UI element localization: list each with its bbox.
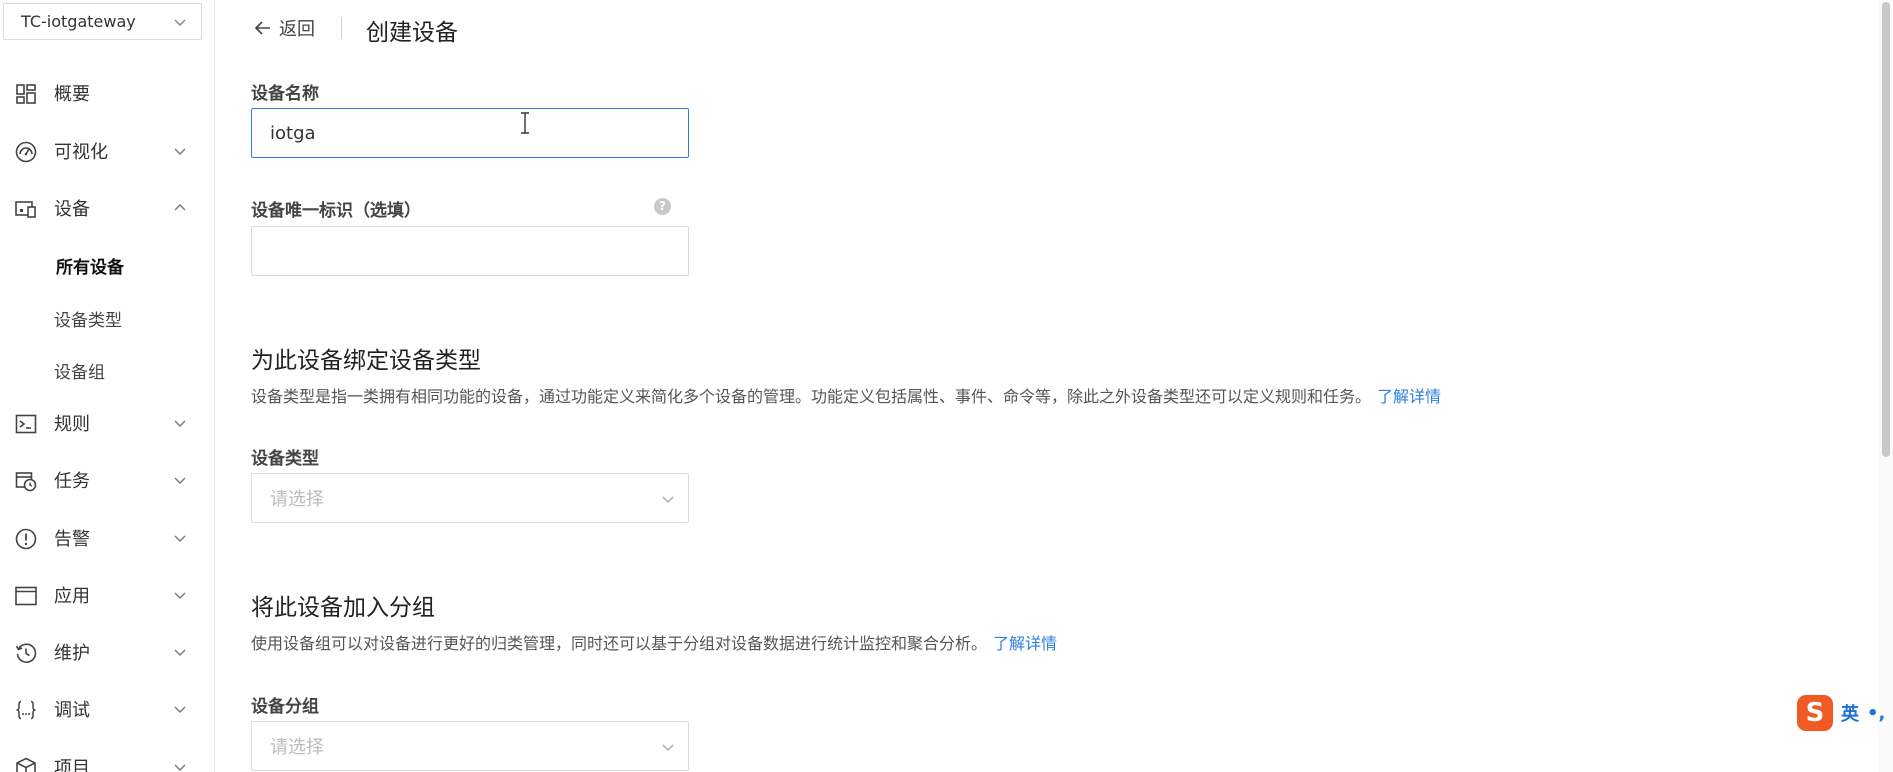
ime-punctuation-mode[interactable]: •, <box>1867 703 1885 724</box>
device-group-label: 设备分组 <box>251 697 319 717</box>
chevron-down-icon <box>174 477 186 484</box>
app-root: TC-iotgateway 概要 可视化 设备 所有设备 设备类型 设备组 规则… <box>0 0 1893 772</box>
arrow-left-icon <box>254 21 270 35</box>
scrollbar[interactable] <box>1879 0 1893 772</box>
sidebar-item-devices[interactable]: 设备 <box>0 188 214 228</box>
bind-type-learn-more-link[interactable]: 了解详情 <box>1377 387 1441 406</box>
chevron-down-icon <box>662 496 674 503</box>
chevron-down-icon <box>174 706 186 713</box>
sidebar-item-visualization[interactable]: 可视化 <box>0 131 214 171</box>
sogou-logo-icon: S <box>1797 695 1833 731</box>
sidebar-item-label: 规则 <box>54 414 90 435</box>
device-name-label: 设备名称 <box>251 84 319 104</box>
bind-type-section-description: 设备类型是指一类拥有相同功能的设备，通过功能定义来简化多个设备的管理。功能定义包… <box>251 383 1441 407</box>
chevron-down-icon <box>174 649 186 656</box>
dashboard-icon <box>16 84 36 104</box>
device-id-label: 设备唯一标识（选填） <box>251 201 421 221</box>
sidebar-item-label: 可视化 <box>54 142 108 163</box>
sidebar-item-label: 应用 <box>54 586 90 607</box>
header-divider <box>341 17 342 39</box>
chevron-down-icon <box>174 764 186 771</box>
window-icon <box>15 586 37 606</box>
calendar-clock-icon <box>15 472 37 492</box>
chevron-down-icon <box>174 148 186 155</box>
code-braces-icon <box>16 700 36 720</box>
sidebar-item-rules[interactable]: 规则 <box>0 403 214 443</box>
device-type-select[interactable]: 请选择 <box>251 473 689 523</box>
sidebar-subitem-label: 设备组 <box>54 362 105 383</box>
cube-icon <box>16 757 36 772</box>
page-title: 创建设备 <box>366 20 458 46</box>
sidebar-item-label: 告警 <box>54 529 90 550</box>
chevron-up-icon <box>174 204 186 211</box>
bind-type-description-text: 设备类型是指一类拥有相同功能的设备，通过功能定义来简化多个设备的管理。功能定义包… <box>251 387 1372 406</box>
chevron-down-icon <box>174 535 186 542</box>
device-group-placeholder: 请选择 <box>270 737 324 758</box>
project-selector[interactable]: TC-iotgateway <box>3 3 202 40</box>
group-section-title: 将此设备加入分组 <box>251 595 435 621</box>
sidebar-item-label: 概要 <box>54 84 90 105</box>
scrollbar-thumb[interactable] <box>1882 2 1890 457</box>
sidebar-subitem-device-groups[interactable]: 设备组 <box>0 350 214 390</box>
ime-language-mode[interactable]: 英 <box>1841 700 1859 726</box>
sidebar-item-tasks[interactable]: 任务 <box>0 460 214 500</box>
group-description-text: 使用设备组可以对设备进行更好的归类管理，同时还可以基于分组对设备数据进行统计监控… <box>251 634 988 653</box>
back-button[interactable]: 返回 <box>253 15 315 41</box>
history-icon <box>15 643 37 663</box>
main-content: 返回 创建设备 设备名称 设备唯一标识（选填） ? 为此设备绑定设备类型 设备类… <box>216 0 1893 772</box>
device-group-select[interactable]: 请选择 <box>251 721 689 771</box>
sidebar-item-label: 维护 <box>54 643 90 664</box>
bind-type-section-title: 为此设备绑定设备类型 <box>251 348 481 374</box>
alert-icon <box>15 528 37 550</box>
sidebar-subitem-label: 所有设备 <box>56 257 124 278</box>
sidebar-item-label: 调试 <box>54 700 90 721</box>
device-name-input[interactable] <box>251 108 689 158</box>
i-beam-cursor-icon <box>521 112 529 134</box>
sidebar-item-alarms[interactable]: 告警 <box>0 518 214 558</box>
sidebar-subitem-device-types[interactable]: 设备类型 <box>0 298 214 338</box>
terminal-icon <box>15 414 37 434</box>
back-label: 返回 <box>279 19 315 40</box>
project-name: TC-iotgateway <box>21 12 136 31</box>
group-learn-more-link[interactable]: 了解详情 <box>993 634 1057 653</box>
ime-toolbar[interactable]: S 英 •, <box>1797 693 1893 733</box>
page-header: 返回 创建设备 <box>216 0 1893 56</box>
help-icon[interactable]: ? <box>654 198 671 215</box>
sidebar-subitem-all-devices[interactable]: 所有设备 <box>0 245 214 285</box>
chevron-down-icon <box>174 592 186 599</box>
gauge-icon <box>15 141 37 163</box>
sidebar-item-applications[interactable]: 应用 <box>0 575 214 615</box>
chevron-down-icon <box>662 744 674 751</box>
sidebar-subitem-label: 设备类型 <box>54 310 122 331</box>
group-section-description: 使用设备组可以对设备进行更好的归类管理，同时还可以基于分组对设备数据进行统计监控… <box>251 630 1057 654</box>
sidebar: TC-iotgateway 概要 可视化 设备 所有设备 设备类型 设备组 规则… <box>0 0 215 772</box>
sidebar-item-projects[interactable]: 项目 <box>0 747 214 772</box>
chevron-down-icon <box>174 19 186 27</box>
device-type-label: 设备类型 <box>251 449 319 469</box>
devices-icon <box>15 201 36 218</box>
sidebar-item-label: 项目 <box>54 758 90 772</box>
device-type-placeholder: 请选择 <box>270 489 324 510</box>
sidebar-item-label: 任务 <box>54 471 90 492</box>
sidebar-item-label: 设备 <box>54 199 90 220</box>
sidebar-item-maintenance[interactable]: 维护 <box>0 632 214 672</box>
device-id-input[interactable] <box>251 226 689 276</box>
sidebar-item-overview[interactable]: 概要 <box>0 73 214 113</box>
chevron-down-icon <box>174 420 186 427</box>
sidebar-item-debug[interactable]: 调试 <box>0 689 214 729</box>
